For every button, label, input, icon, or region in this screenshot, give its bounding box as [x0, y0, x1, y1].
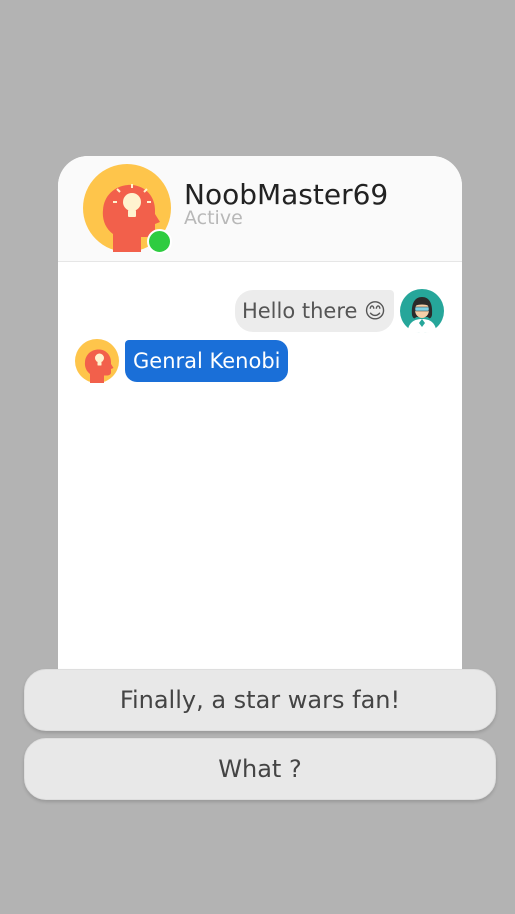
contact-status: Active: [184, 207, 243, 229]
user-avatar-icon: [400, 289, 444, 333]
incoming-bubble: Genral Kenobi: [125, 340, 289, 382]
reply-button-star-wars-fan[interactable]: Finally, a star wars fan!: [24, 669, 496, 731]
chat-window: NoobMaster69 Active Hello there 😊 Genral…: [58, 156, 462, 676]
outgoing-bubble: Hello there 😊: [234, 290, 394, 332]
chat-header: NoobMaster69 Active: [58, 156, 462, 262]
online-dot-icon: [147, 229, 172, 254]
reply-button-what[interactable]: What ?: [24, 738, 496, 800]
message-outgoing: Hello there 😊: [234, 289, 444, 333]
screen: NoobMaster69 Active Hello there 😊 Genral…: [0, 0, 515, 914]
message-incoming: Genral Kenobi: [75, 339, 289, 383]
idea-head-icon: [75, 339, 119, 383]
